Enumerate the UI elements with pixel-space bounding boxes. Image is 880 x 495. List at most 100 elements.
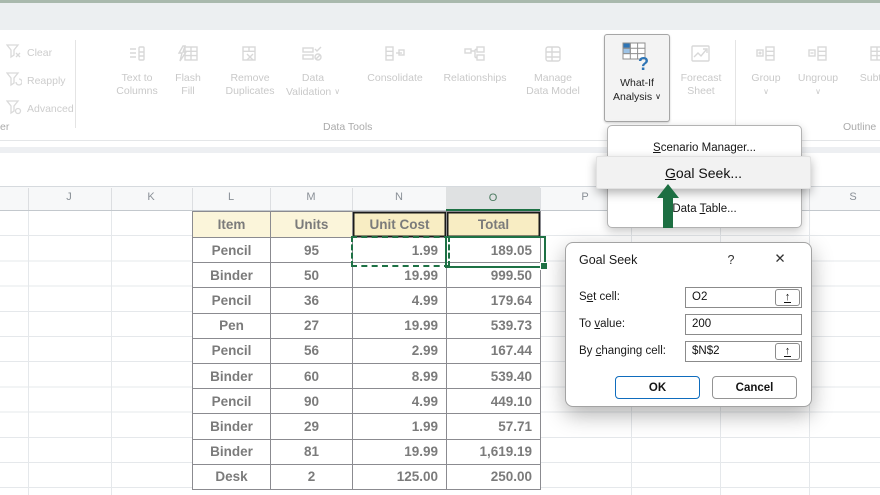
advanced-filter-button[interactable]: Advanced: [5, 100, 74, 118]
column-header-j[interactable]: J: [62, 191, 76, 203]
to-value-input[interactable]: 200: [685, 314, 802, 335]
flash-fill-icon: [177, 36, 199, 72]
collapse-dialog-picker-icon[interactable]: ↑: [775, 343, 800, 360]
table-header-total[interactable]: Total: [447, 212, 541, 238]
cell[interactable]: 19.99: [353, 439, 447, 465]
subtotal-button[interactable]: Subtotal: [849, 36, 880, 85]
clear-filter-button[interactable]: Clear: [5, 44, 53, 62]
cell[interactable]: 539.40: [447, 363, 541, 390]
cell[interactable]: 4.99: [353, 389, 447, 415]
green-pointer-arrow-icon: [655, 183, 681, 234]
remove-duplicates-icon: [240, 36, 260, 72]
consolidate-button[interactable]: Consolidate: [355, 36, 435, 85]
excel-window: Clear Reapply Advanced er Text to Column…: [0, 0, 880, 495]
group-button[interactable]: Group ∨: [740, 36, 792, 98]
marching-ants-border-n2: [351, 236, 450, 267]
cancel-button[interactable]: Cancel: [712, 376, 797, 399]
cell[interactable]: 449.10: [447, 389, 541, 415]
forecast-sheet-button[interactable]: Forecast Sheet: [672, 36, 730, 98]
close-icon[interactable]: ✕: [772, 251, 788, 267]
table-header-unit-cost[interactable]: Unit Cost: [353, 212, 447, 238]
to-value-label: To value:: [579, 318, 626, 330]
ribbon-group-separator: [75, 40, 76, 128]
cell[interactable]: Pen: [193, 313, 271, 339]
column-header-s[interactable]: S: [846, 191, 860, 203]
sort-filter-group-label: er: [0, 121, 10, 133]
cell[interactable]: Pencil: [193, 288, 271, 314]
cell[interactable]: 81: [271, 439, 353, 465]
cell[interactable]: 8.99: [353, 363, 447, 390]
cell[interactable]: Binder: [193, 439, 271, 465]
by-changing-cell-input[interactable]: $N$2 ↑: [685, 341, 802, 362]
outline-group-label: Outline: [843, 121, 877, 133]
relationships-button[interactable]: Relationships: [429, 36, 521, 85]
cell[interactable]: 1,619.19: [447, 439, 541, 465]
title-bar: [0, 3, 880, 30]
table-header-units[interactable]: Units: [271, 212, 353, 238]
cell[interactable]: 57.71: [447, 414, 541, 440]
help-icon[interactable]: ?: [724, 253, 738, 267]
cell[interactable]: Pencil: [193, 389, 271, 415]
column-header-o-selected[interactable]: O: [446, 187, 540, 211]
menu-item-goal-seek-highlighted[interactable]: Goal Seek...: [596, 156, 811, 189]
consolidate-icon: [384, 36, 406, 72]
forecast-sheet-icon: [690, 36, 712, 72]
cell[interactable]: 1.99: [353, 414, 447, 440]
cell[interactable]: Binder: [193, 363, 271, 390]
cell[interactable]: 36: [271, 288, 353, 314]
flash-fill-button[interactable]: Flash Fill: [163, 36, 213, 98]
ungroup-button[interactable]: Ungroup ∨: [789, 36, 847, 98]
cell[interactable]: 539.73: [447, 313, 541, 339]
set-cell-label: Set cell:: [579, 291, 620, 303]
group-icon: [756, 36, 776, 72]
cell[interactable]: 56: [271, 338, 353, 364]
cell[interactable]: Desk: [193, 464, 271, 490]
cell[interactable]: Binder: [193, 414, 271, 440]
cell[interactable]: Pencil: [193, 238, 271, 264]
cell[interactable]: 29: [271, 414, 353, 440]
chevron-down-icon: ∨: [815, 87, 821, 96]
manage-data-model-icon: [542, 36, 564, 72]
remove-duplicates-button[interactable]: Remove Duplicates: [215, 36, 285, 98]
cell[interactable]: 95: [271, 238, 353, 264]
cell[interactable]: 125.00: [353, 464, 447, 490]
cell[interactable]: 2.99: [353, 338, 447, 364]
manage-data-model-button[interactable]: Manage Data Model: [516, 36, 590, 98]
text-to-columns-button[interactable]: Text to Columns: [105, 36, 169, 98]
column-header-k[interactable]: K: [144, 191, 158, 203]
fill-handle[interactable]: [539, 261, 548, 270]
cell[interactable]: 4.99: [353, 288, 447, 314]
data-tools-group-label: Data Tools: [323, 121, 373, 133]
cell[interactable]: 50: [271, 263, 353, 289]
table-header-item[interactable]: Item: [193, 212, 271, 238]
cell[interactable]: 167.44: [447, 338, 541, 364]
data-validation-button[interactable]: Data Validation ∨: [277, 36, 349, 99]
what-if-analysis-button[interactable]: ? What-If Analysis ∨: [604, 34, 670, 122]
ungroup-icon: [808, 36, 828, 72]
cell[interactable]: Binder: [193, 263, 271, 289]
cell[interactable]: 2: [271, 464, 353, 490]
cell[interactable]: 27: [271, 313, 353, 339]
cell[interactable]: 90: [271, 389, 353, 415]
advanced-filter-icon: [5, 100, 22, 118]
advanced-filter-label: Advanced: [27, 103, 74, 115]
by-changing-cell-label: By changing cell:: [579, 345, 666, 357]
data-validation-icon: [302, 36, 324, 72]
reapply-filter-button[interactable]: Reapply: [5, 72, 66, 90]
set-cell-input[interactable]: O2 ↑: [685, 287, 802, 308]
ribbon-group-separator: [735, 40, 736, 128]
ok-button[interactable]: OK: [615, 376, 700, 399]
column-header-n[interactable]: N: [392, 191, 406, 203]
column-header-m[interactable]: M: [304, 191, 318, 203]
cell[interactable]: 179.64: [447, 288, 541, 314]
collapse-dialog-picker-icon[interactable]: ↑: [775, 289, 800, 306]
column-header-l[interactable]: L: [224, 191, 238, 203]
column-header-p[interactable]: P: [578, 191, 592, 203]
cell[interactable]: 60: [271, 363, 353, 390]
cell[interactable]: 19.99: [353, 313, 447, 339]
menu-item-data-table[interactable]: Data Table...: [608, 197, 801, 221]
clear-filter-icon: [5, 44, 22, 62]
cell[interactable]: Pencil: [193, 338, 271, 364]
cell[interactable]: 250.00: [447, 464, 541, 490]
clear-filter-label: Clear: [27, 47, 53, 59]
